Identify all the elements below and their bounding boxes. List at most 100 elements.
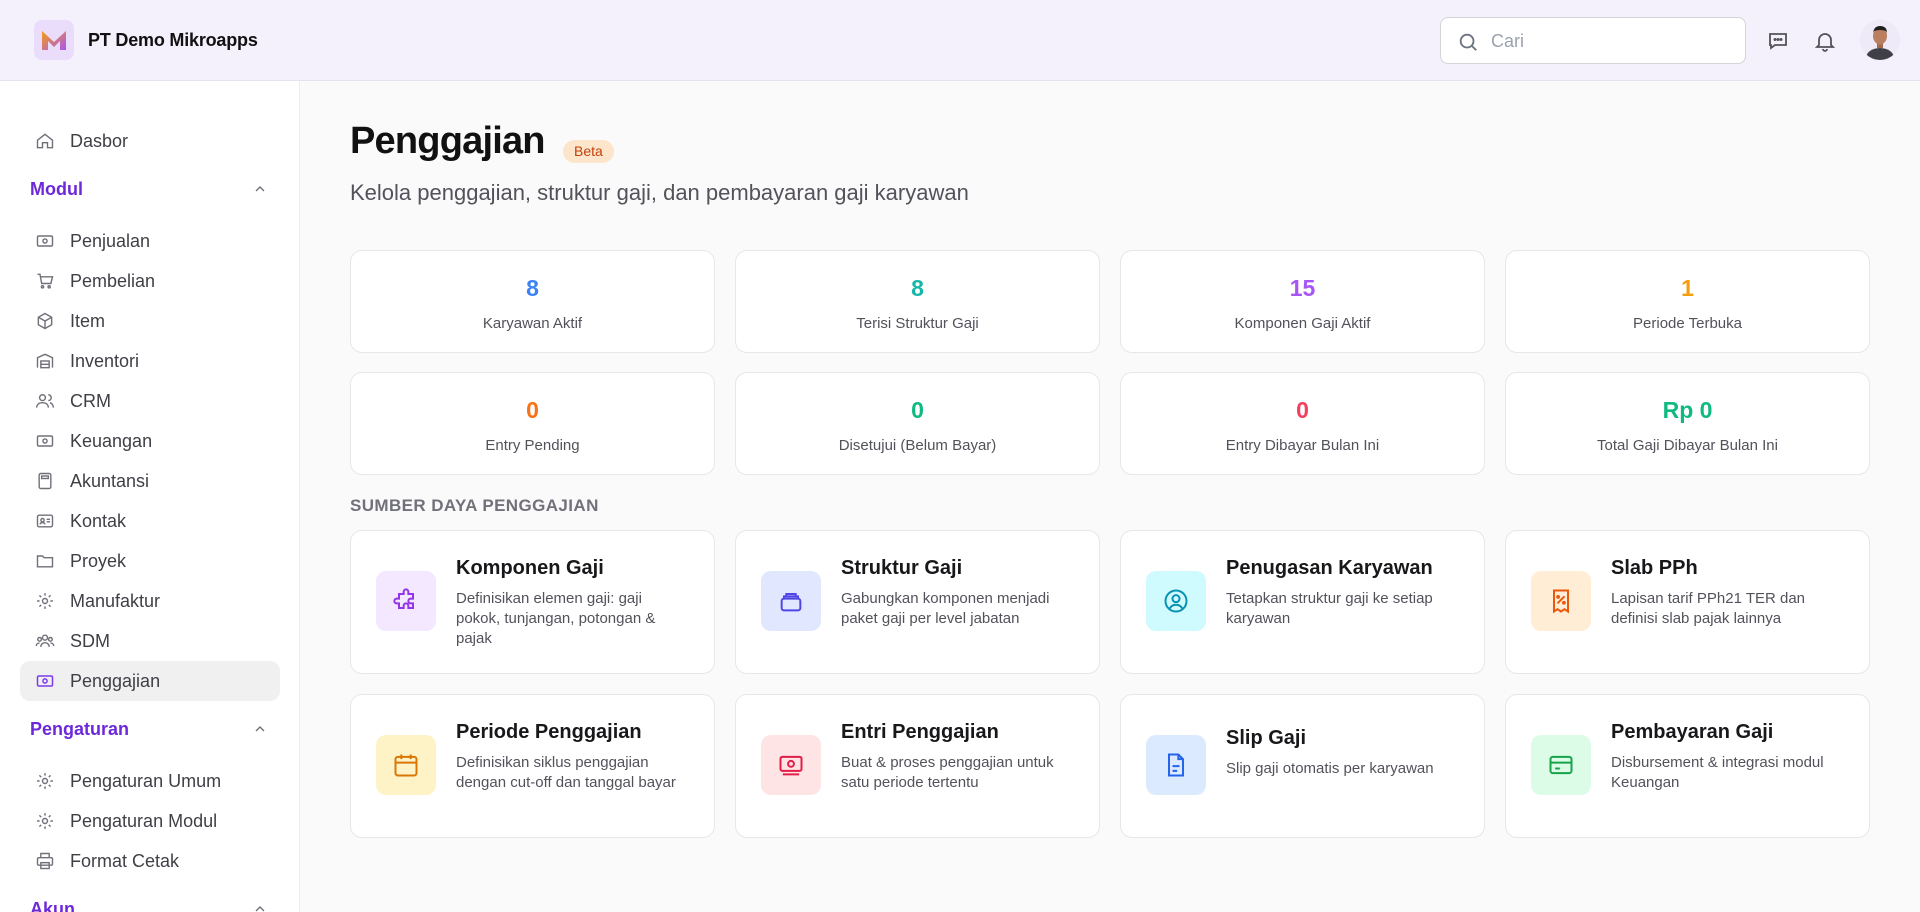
stat-label: Karyawan Aktif [482, 315, 583, 332]
page-title: Penggajian [350, 120, 546, 162]
logo-m-icon [42, 31, 66, 50]
puzzle-icon [376, 571, 436, 631]
resource-card-entri-penggajian[interactable]: Entri Penggajian Buat & proses penggajia… [735, 694, 1100, 838]
sidebar-item-label: Proyek [70, 550, 127, 571]
stat-label: Periode Terbuka [1633, 315, 1742, 332]
sidebar-item-label: Keuangan [70, 430, 153, 451]
cog-icon [34, 590, 56, 612]
section-pengaturan-label: Pengaturan [30, 718, 130, 739]
user-avatar[interactable] [1860, 20, 1900, 60]
bell-icon[interactable] [1812, 28, 1838, 54]
sidebar-item-label: Dasbor [70, 130, 129, 151]
cart-icon [34, 270, 56, 292]
resource-description: Definisikan siklus penggajian dengan cut… [456, 754, 676, 791]
page-subtitle: Kelola penggajian, struktur gaji, dan pe… [350, 180, 969, 205]
cash-icon [761, 735, 821, 795]
document-icon [1146, 735, 1206, 795]
stat-card-total-gaji: Rp 0 Total Gaji Dibayar Bulan Ini [1505, 372, 1870, 475]
sidebar-item-manufaktur[interactable]: Manufaktur [20, 581, 280, 621]
resource-card-penugasan-karyawan[interactable]: Penugasan Karyawan Tetapkan struktur gaj… [1120, 530, 1485, 674]
sidebar-item-label: Penggajian [70, 670, 161, 691]
resource-description: Lapisan tarif PPh21 TER dan definisi sla… [1611, 590, 1806, 627]
resource-description: Disbursement & integrasi modul Keuangan [1611, 754, 1824, 791]
section-modul[interactable]: Modul [30, 174, 270, 204]
search-icon [1457, 31, 1479, 58]
stat-label: Terisi Struktur Gaji [856, 315, 979, 332]
sidebar-item-label: Format Cetak [70, 850, 180, 871]
resource-card-komponen-gaji[interactable]: Komponen Gaji Definisikan elemen gaji: g… [350, 530, 715, 674]
chevron-up-icon [250, 719, 270, 739]
section-akun[interactable]: Akun [30, 894, 270, 912]
stat-value: 1 [1681, 275, 1694, 301]
sidebar-item-akuntansi[interactable]: Akuntansi [20, 461, 280, 501]
sidebar-item-label: Penjualan [70, 230, 151, 251]
section-modul-label: Modul [30, 178, 83, 199]
sidebar-item-proyek[interactable]: Proyek [20, 541, 280, 581]
sidebar-item-pengaturan-umum[interactable]: Pengaturan Umum [20, 761, 280, 801]
user-circle-icon [1146, 571, 1206, 631]
section-pengaturan[interactable]: Pengaturan [30, 714, 270, 744]
resource-title: Penugasan Karyawan [1226, 557, 1433, 579]
sidebar-item-pembelian[interactable]: Pembelian [20, 261, 280, 301]
stat-card-entry-dibayar: 0 Entry Dibayar Bulan Ini [1120, 372, 1485, 475]
sidebar-item-crm[interactable]: CRM [20, 381, 280, 421]
resource-card-periode-penggajian[interactable]: Periode Penggajian Definisikan siklus pe… [350, 694, 715, 838]
resource-description: Buat & proses penggajian untuk satu peri… [841, 754, 1054, 791]
id-card-icon [34, 510, 56, 532]
stat-card-karyawan-aktif: 8 Karyawan Aktif [350, 250, 715, 353]
resource-description: Definisikan elemen gaji: gaji pokok, tun… [456, 590, 656, 647]
sidebar-item-dasbor[interactable]: Dasbor [20, 121, 280, 161]
stat-value: Rp 0 [1662, 397, 1713, 423]
stat-label: Disetujui (Belum Bayar) [838, 437, 997, 454]
resource-description: Slip gaji otomatis per karyawan [1226, 760, 1434, 777]
resource-description: Tetapkan struktur gaji ke setiap karyawa… [1226, 590, 1433, 627]
stat-value: 0 [526, 397, 539, 423]
sidebar-item-sdm[interactable]: SDM [20, 621, 280, 661]
resource-card-struktur-gaji[interactable]: Struktur Gaji Gabungkan komponen menjadi… [735, 530, 1100, 674]
search-box[interactable] [1440, 17, 1746, 64]
chevron-up-icon [250, 179, 270, 199]
sidebar: Dasbor Modul Penjualan Pembelian Item In… [0, 81, 300, 912]
sidebar-item-penjualan[interactable]: Penjualan [20, 221, 280, 261]
resource-card-slab-pph[interactable]: Slab PPh Lapisan tarif PPh21 TER dan def… [1505, 530, 1870, 674]
banknote-icon [34, 430, 56, 452]
folder-icon [34, 550, 56, 572]
resource-title: Komponen Gaji [456, 557, 604, 579]
calendar-icon [376, 735, 436, 795]
calculator-icon [34, 470, 56, 492]
sidebar-item-keuangan[interactable]: Keuangan [20, 421, 280, 461]
section-akun-label: Akun [30, 898, 75, 912]
beta-badge: Beta [563, 140, 614, 163]
search-input[interactable] [1491, 27, 1731, 55]
resource-title: Slip Gaji [1226, 727, 1307, 749]
app-logo[interactable] [34, 20, 74, 60]
cash-icon [34, 230, 56, 252]
stat-card-disetujui: 0 Disetujui (Belum Bayar) [735, 372, 1100, 475]
company-name: PT Demo Mikroapps [88, 30, 258, 50]
chat-icon[interactable] [1765, 28, 1791, 54]
stat-card-entry-pending: 0 Entry Pending [350, 372, 715, 475]
sidebar-item-item[interactable]: Item [20, 301, 280, 341]
sidebar-item-penggajian[interactable]: Penggajian [20, 661, 280, 701]
stat-label: Total Gaji Dibayar Bulan Ini [1597, 437, 1778, 454]
resource-title: Periode Penggajian [456, 721, 642, 743]
sidebar-item-label: Akuntansi [70, 470, 150, 491]
resource-card-slip-gaji[interactable]: Slip Gaji Slip gaji otomatis per karyawa… [1120, 694, 1485, 838]
sidebar-item-kontak[interactable]: Kontak [20, 501, 280, 541]
resource-title: Slab PPh [1611, 557, 1698, 579]
sidebar-item-label: Manufaktur [70, 590, 161, 611]
sidebar-item-label: Kontak [70, 510, 127, 531]
users-icon [34, 390, 56, 412]
payroll-icon [34, 670, 56, 692]
sidebar-item-label: SDM [70, 630, 110, 651]
sidebar-item-label: Pengaturan Modul [70, 810, 218, 831]
stat-value: 0 [1296, 397, 1309, 423]
sidebar-item-pengaturan-modul[interactable]: Pengaturan Modul [20, 801, 280, 841]
resource-title: Pembayaran Gaji [1611, 721, 1774, 743]
sidebar-item-label: Pembelian [70, 270, 156, 291]
chevron-up-icon [250, 899, 270, 912]
sidebar-item-inventori[interactable]: Inventori [20, 341, 280, 381]
stat-label: Entry Pending [485, 437, 580, 454]
resource-card-pembayaran-gaji[interactable]: Pembayaran Gaji Disbursement & integrasi… [1505, 694, 1870, 838]
sidebar-item-format-cetak[interactable]: Format Cetak [20, 841, 280, 881]
